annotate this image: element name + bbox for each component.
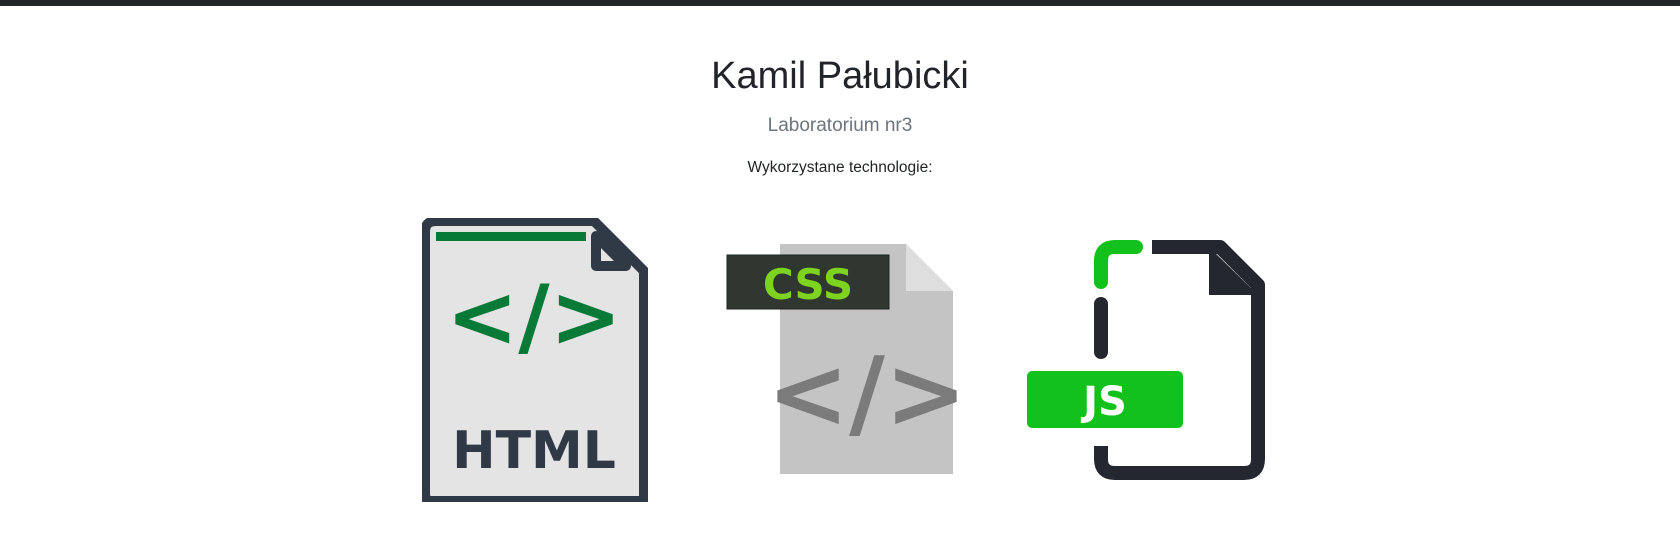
html-label: HTML	[452, 421, 616, 481]
html-code-glyph: </>	[446, 267, 622, 367]
js-file-icon: JS	[1025, 240, 1270, 480]
css-code-glyph: </>	[767, 337, 957, 451]
top-navbar	[0, 0, 1680, 6]
css-file-icon: CSS </>	[725, 242, 967, 476]
css-label: CSS	[763, 260, 853, 309]
page-title: Kamil Pałubicki	[711, 55, 969, 97]
technologies-label: Wykorzystane technologie:	[747, 159, 933, 176]
page-subtitle: Laboratorium nr3	[767, 115, 913, 136]
js-label: JS	[1080, 379, 1127, 425]
html-file-icon: </> HTML	[420, 216, 649, 506]
